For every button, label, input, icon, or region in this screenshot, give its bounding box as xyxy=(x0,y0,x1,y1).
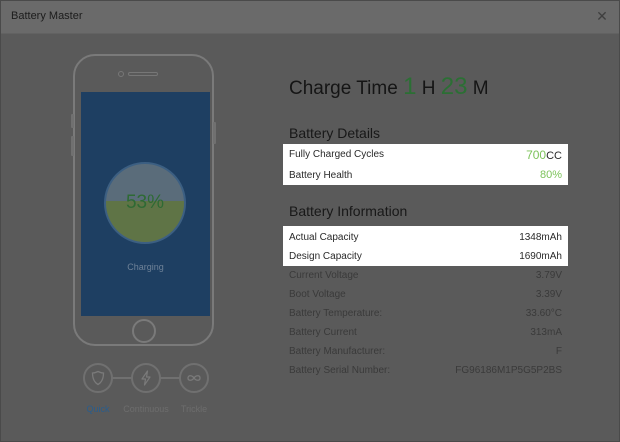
charge-time-hours-unit: H xyxy=(421,78,436,99)
mode-quick-button[interactable] xyxy=(83,363,113,393)
battery-health-value: 80% xyxy=(539,169,562,181)
phone-illustration: 53% Charging xyxy=(71,54,216,346)
row-label: Actual Capacity xyxy=(289,232,359,243)
info-row: Actual Capacity 1348mAh xyxy=(289,230,562,246)
charge-time-hours: 1 xyxy=(403,73,417,100)
row-label: Battery Health xyxy=(289,170,353,181)
battery-gauge: 53% xyxy=(104,162,186,244)
mode-trickle-button[interactable] xyxy=(179,363,209,393)
row-value: FG96186M1P5G5P2BS xyxy=(455,365,562,376)
info-row: Boot Voltage 3.39V xyxy=(289,287,562,303)
row-label: Fully Charged Cycles xyxy=(289,149,385,160)
mode-trickle-label[interactable]: Trickle xyxy=(159,404,229,414)
phone-screen: 53% Charging xyxy=(81,92,210,316)
phone-volume-button xyxy=(71,114,74,128)
row-value: 700CC xyxy=(526,148,562,162)
charging-status: Charging xyxy=(127,262,164,272)
row-value: 1690mAh xyxy=(519,251,562,262)
charge-time-minutes-unit: M xyxy=(472,78,489,99)
fully-charged-cycles-row: Fully Charged Cycles 700CC xyxy=(289,147,562,163)
row-label: Battery Current xyxy=(289,327,357,338)
row-label: Battery Manufacturer: xyxy=(289,346,386,357)
infinity-icon xyxy=(187,375,201,381)
row-label: Design Capacity xyxy=(289,251,362,262)
row-label: Battery Serial Number: xyxy=(289,365,391,376)
shield-icon xyxy=(91,370,105,386)
battery-information-title: Battery Information xyxy=(289,203,408,219)
battery-master-window: Battery Master ✕ 53% Charging Quick Cont… xyxy=(0,0,620,442)
close-icon[interactable]: ✕ xyxy=(593,7,611,25)
info-row: Design Capacity 1690mAh xyxy=(289,249,562,265)
phone-volume-button xyxy=(71,136,74,156)
mode-continuous-button[interactable] xyxy=(131,363,161,393)
row-value: 313mA xyxy=(530,327,562,338)
mode-connector xyxy=(111,377,133,379)
row-value: 3.39V xyxy=(535,289,562,300)
phone-home-button xyxy=(132,319,156,343)
cycles-value: 700 xyxy=(526,148,547,162)
row-value: 33.60°C xyxy=(525,308,562,319)
charge-time-label: Charge Time xyxy=(289,78,398,99)
window-title: Battery Master xyxy=(11,10,83,22)
row-label: Current Voltage xyxy=(289,270,359,281)
lightning-icon xyxy=(141,370,151,386)
info-row: Current Voltage 3.79V xyxy=(289,268,562,284)
row-value: 1348mAh xyxy=(519,232,562,243)
charge-time-minutes: 23 xyxy=(440,73,468,100)
row-value: 3.79V xyxy=(535,270,562,281)
info-row: Battery Current 313mA xyxy=(289,325,562,341)
info-row: Battery Serial Number: FG96186M1P5G5P2BS xyxy=(289,363,562,379)
title-bar: Battery Master ✕ xyxy=(1,1,619,34)
cycles-unit: CC xyxy=(546,150,562,162)
row-value: F xyxy=(555,346,562,357)
row-label: Boot Voltage xyxy=(289,289,346,300)
battery-health-row: Battery Health 80% xyxy=(289,168,562,184)
phone-power-button xyxy=(213,122,216,144)
battery-percent: 53% xyxy=(125,192,165,213)
info-row: Battery Temperature: 33.60°C xyxy=(289,306,562,322)
mode-connector xyxy=(159,377,181,379)
battery-details-title: Battery Details xyxy=(289,125,381,141)
charge-time: Charge Time 1 H 23 M xyxy=(289,73,489,107)
row-label: Battery Temperature: xyxy=(289,308,383,319)
phone-speaker xyxy=(128,72,158,76)
info-row: Battery Manufacturer: F xyxy=(289,344,562,360)
phone-camera xyxy=(118,71,124,77)
